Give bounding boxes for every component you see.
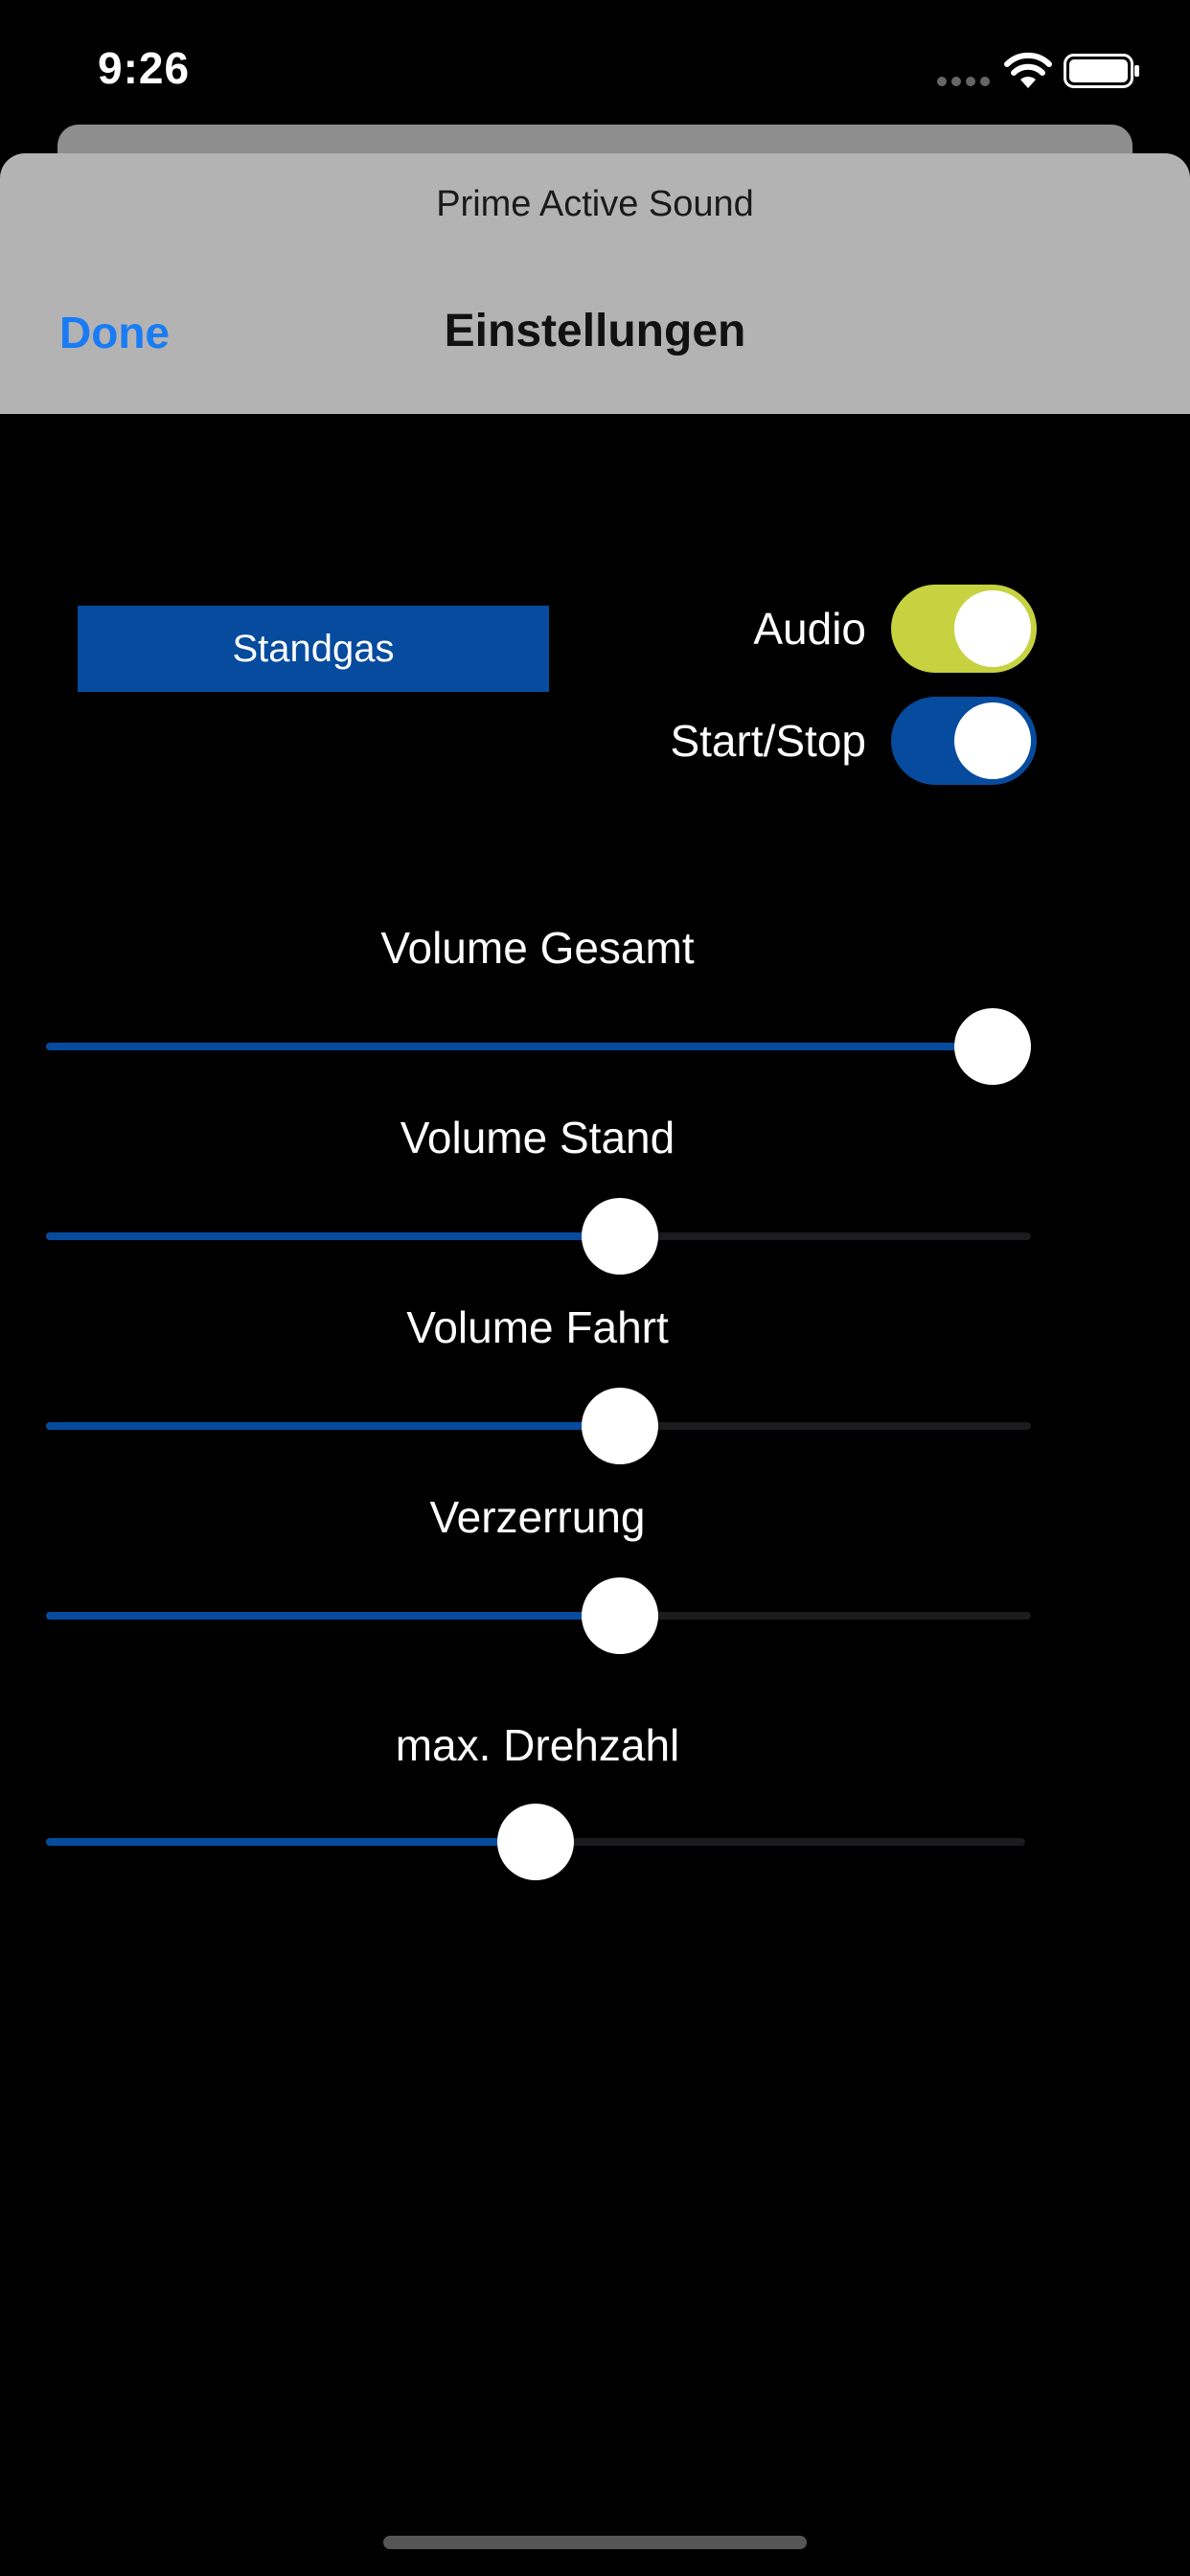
status-time: 9:26 xyxy=(98,43,191,93)
volume-gesamt-slider[interactable] xyxy=(46,1008,1031,1085)
startstop-toggle-row: Start/Stop xyxy=(670,697,1037,785)
startstop-label: Start/Stop xyxy=(670,716,866,766)
audio-label: Audio xyxy=(753,604,866,654)
wifi-icon xyxy=(1004,52,1052,88)
slider-fill xyxy=(46,1422,621,1430)
status-bar: 9:26 xyxy=(0,0,1190,125)
verzerrung-slider[interactable] xyxy=(46,1577,1031,1654)
volume-stand-slider[interactable] xyxy=(46,1198,1031,1275)
volume-fahrt-label: Volume Fahrt xyxy=(406,1302,669,1352)
done-button[interactable]: Done xyxy=(59,307,170,358)
slider-thumb[interactable] xyxy=(954,1008,1031,1085)
cellular-signal-icon xyxy=(937,77,990,86)
sheet-header: Prime Active Sound Done Einstellungen xyxy=(0,153,1190,414)
page-title: Einstellungen xyxy=(444,306,746,356)
slider-fill xyxy=(46,1043,993,1050)
toggle-knob xyxy=(954,590,1031,667)
toggle-knob xyxy=(954,702,1031,779)
startstop-toggle[interactable] xyxy=(891,697,1037,785)
slider-thumb[interactable] xyxy=(582,1577,659,1654)
audio-toggle[interactable] xyxy=(891,585,1037,673)
battery-icon xyxy=(1064,54,1139,88)
volume-stand-label: Volume Stand xyxy=(400,1113,675,1162)
slider-fill xyxy=(46,1838,536,1846)
volume-fahrt-slider[interactable] xyxy=(46,1388,1031,1464)
audio-toggle-row: Audio xyxy=(753,585,1037,673)
max-drehzahl-label: max. Drehzahl xyxy=(395,1720,680,1770)
home-indicator xyxy=(383,2536,807,2549)
max-drehzahl-slider[interactable] xyxy=(46,1804,1025,1880)
standgas-button[interactable]: Standgas xyxy=(78,606,549,692)
slider-thumb[interactable] xyxy=(582,1388,659,1464)
volume-gesamt-label: Volume Gesamt xyxy=(380,923,695,973)
app-name: Prime Active Sound xyxy=(436,184,754,224)
verzerrung-label: Verzerrung xyxy=(429,1492,646,1542)
slider-thumb[interactable] xyxy=(497,1804,574,1880)
slider-thumb[interactable] xyxy=(582,1198,659,1275)
slider-fill xyxy=(46,1232,621,1240)
slider-fill xyxy=(46,1612,621,1620)
